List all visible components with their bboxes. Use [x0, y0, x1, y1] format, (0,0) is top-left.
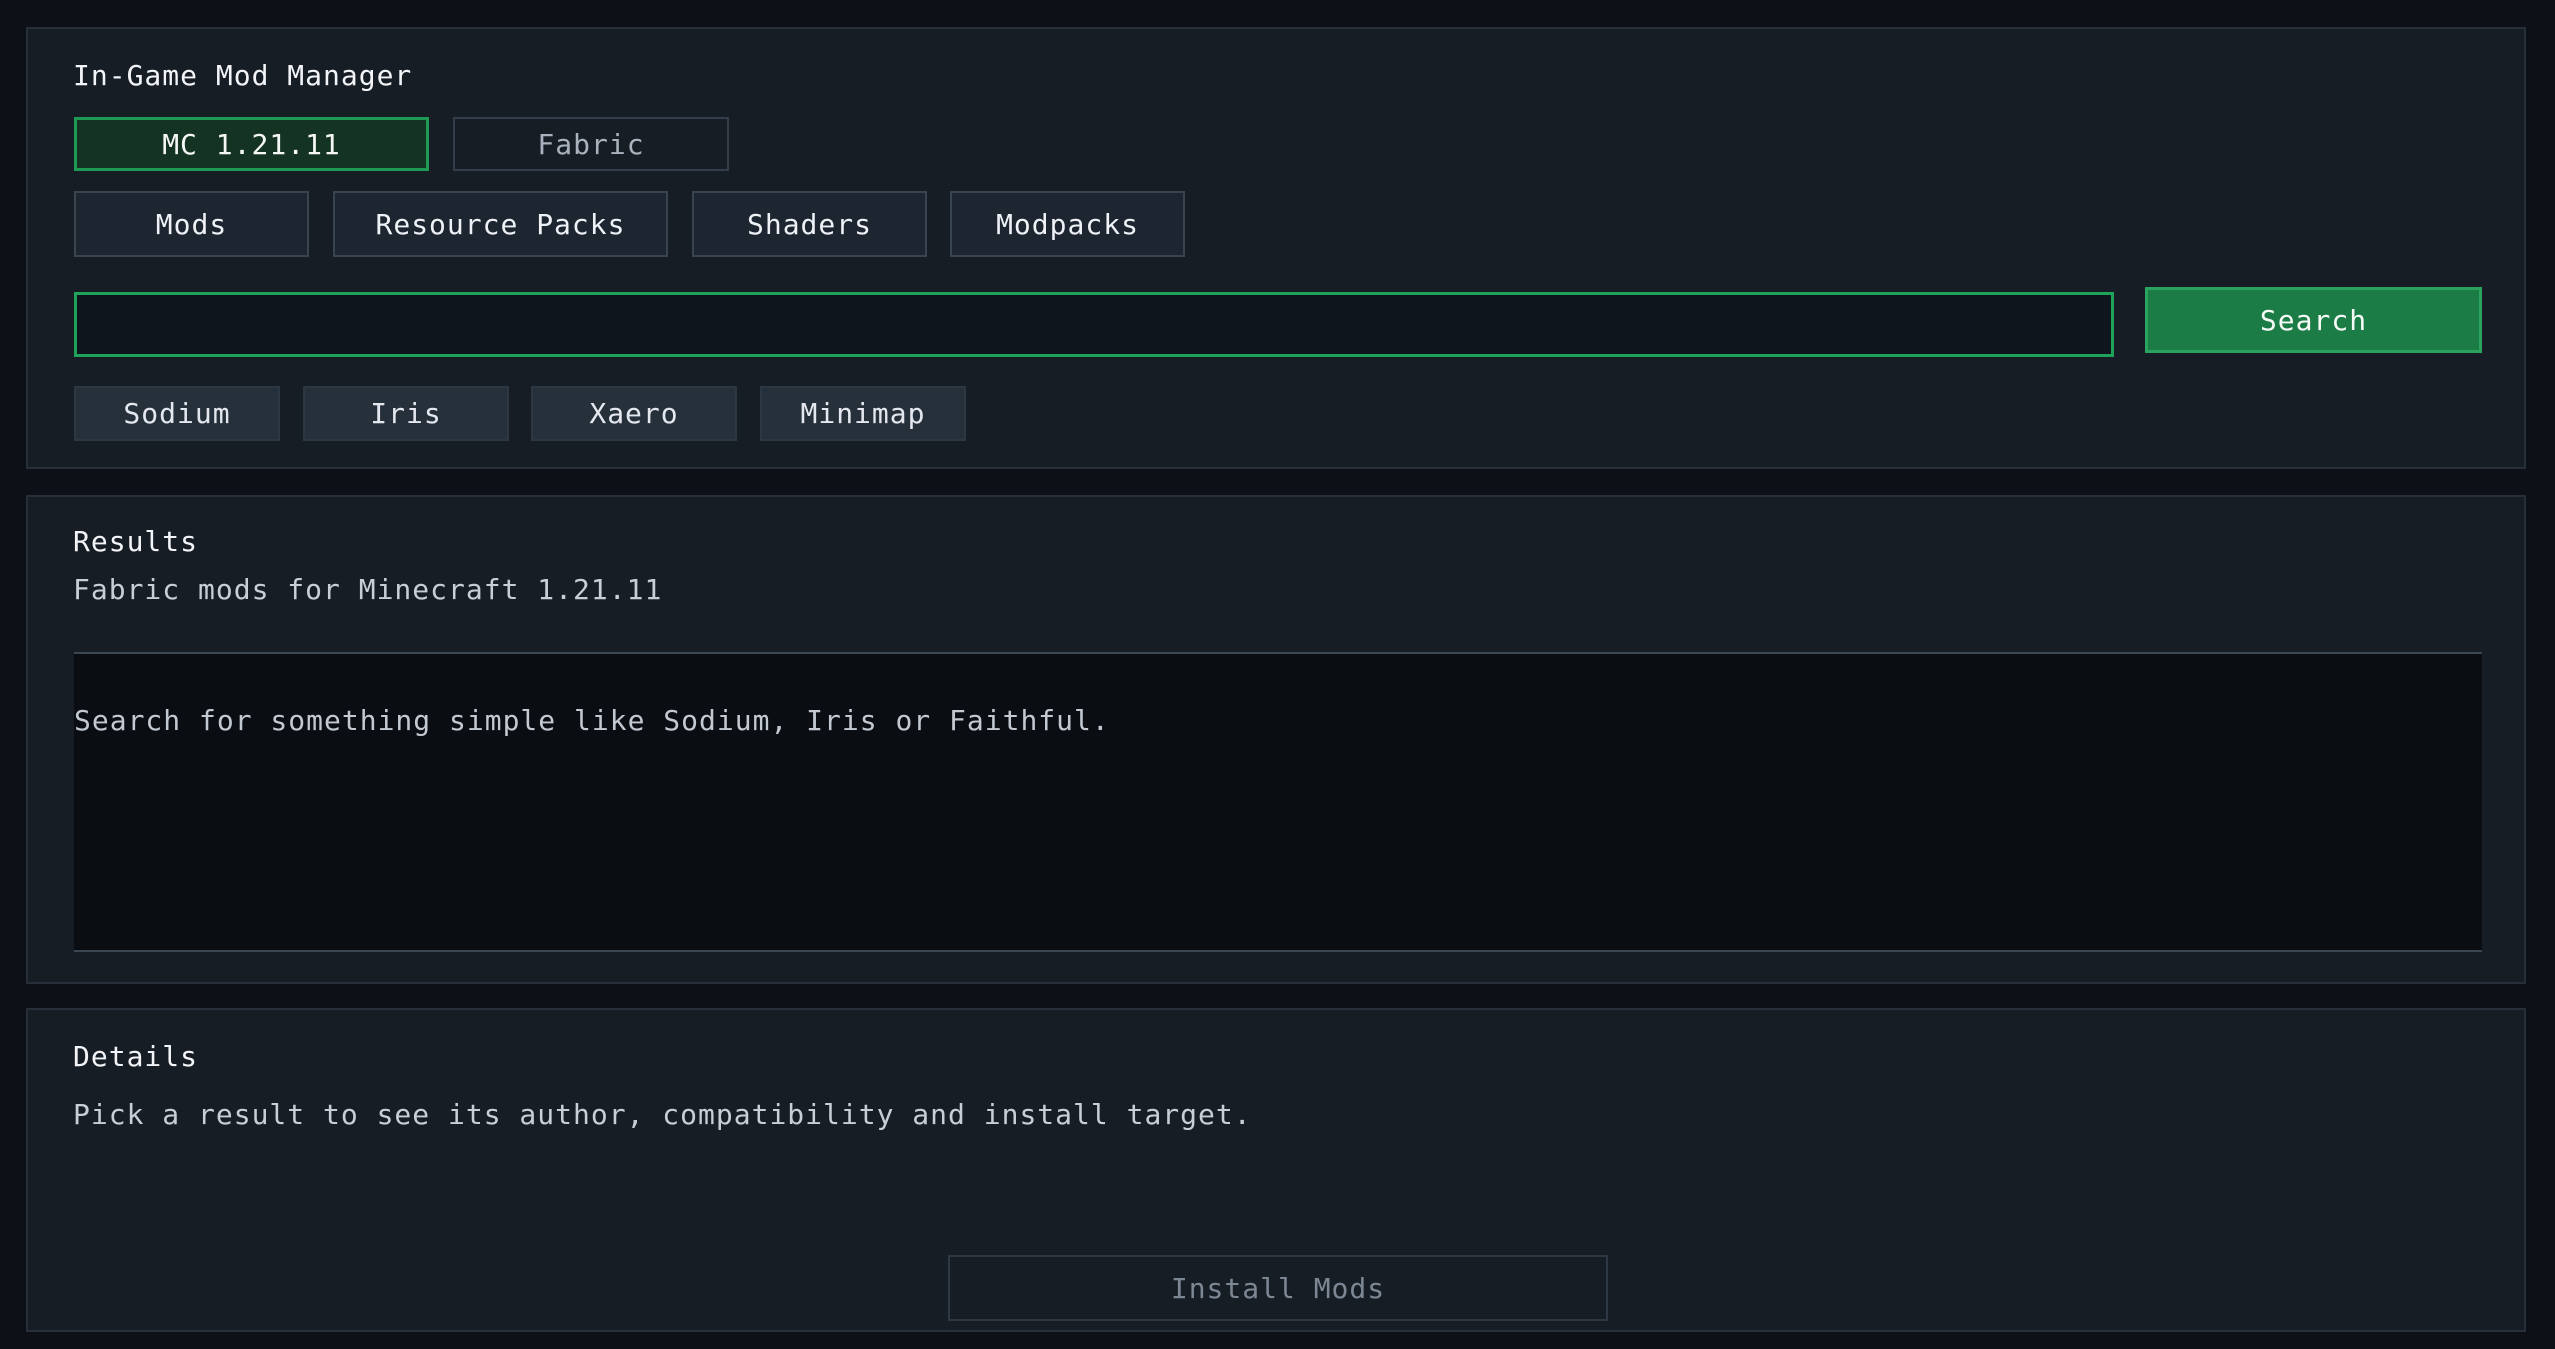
search-input[interactable]	[74, 292, 2114, 357]
loader-filter-button[interactable]: Fabric	[453, 117, 729, 171]
search-button[interactable]: Search	[2145, 287, 2482, 353]
page-title: In-Game Mod Manager	[73, 59, 413, 92]
quick-search-sodium[interactable]: Sodium	[74, 386, 280, 441]
install-mods-button[interactable]: Install Mods	[948, 1255, 1608, 1321]
quick-search-iris[interactable]: Iris	[303, 386, 509, 441]
mod-manager-panel: In-Game Mod Manager MC 1.21.11 Fabric Mo…	[26, 27, 2526, 469]
results-title: Results	[73, 525, 199, 558]
details-hint: Pick a result to see its author, compati…	[73, 1098, 1252, 1131]
tab-modpacks[interactable]: Modpacks	[950, 191, 1185, 257]
quick-search-minimap[interactable]: Minimap	[760, 386, 966, 441]
results-empty-message: Search for something simple like Sodium,…	[74, 704, 1110, 737]
tab-mods[interactable]: Mods	[74, 191, 309, 257]
details-panel: Details Pick a result to see its author,…	[26, 1008, 2526, 1332]
quick-search-xaero[interactable]: Xaero	[531, 386, 737, 441]
version-filter-button[interactable]: MC 1.21.11	[74, 117, 429, 171]
details-title: Details	[73, 1040, 199, 1073]
results-list[interactable]: Search for something simple like Sodium,…	[74, 652, 2482, 952]
results-subtitle: Fabric mods for Minecraft 1.21.11	[73, 573, 663, 606]
tab-shaders[interactable]: Shaders	[692, 191, 927, 257]
tab-resource-packs[interactable]: Resource Packs	[333, 191, 668, 257]
results-panel: Results Fabric mods for Minecraft 1.21.1…	[26, 495, 2526, 984]
